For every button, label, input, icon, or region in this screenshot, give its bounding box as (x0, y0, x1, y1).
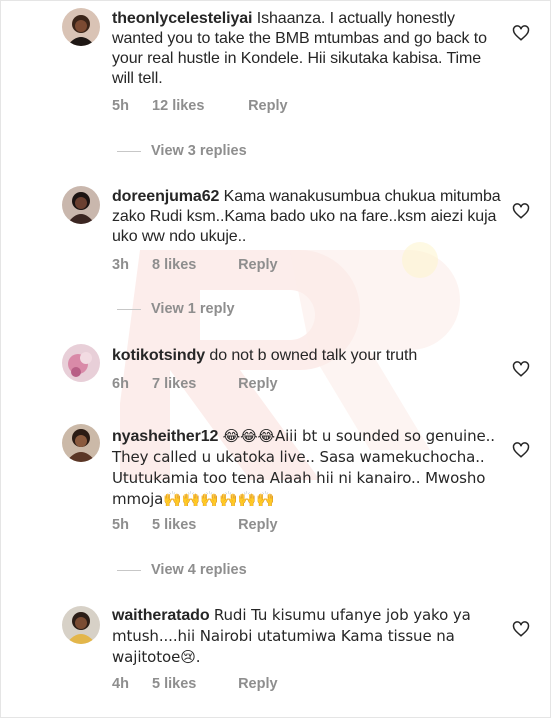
comment-text: kotikotsindy do not b owned talk your tr… (112, 346, 504, 366)
username[interactable]: kotikotsindy (112, 347, 205, 364)
avatar[interactable] (62, 186, 100, 224)
heart-outline-icon[interactable] (512, 441, 530, 459)
avatar[interactable] (62, 606, 100, 644)
reply-button[interactable]: Reply (238, 517, 278, 533)
likes-count[interactable]: 7 likes (152, 376, 234, 392)
comment-text: nyasheither12 😂😂😂Aiii bt u sounded so ge… (112, 426, 504, 510)
comment-text: doreenjuma62 Kama wanakusumbua chukua mi… (112, 187, 504, 247)
username[interactable]: theonlycelesteliyai (112, 10, 252, 27)
likes-count[interactable]: 12 likes (152, 98, 244, 114)
timestamp: 3h (112, 257, 129, 273)
heart-outline-icon[interactable] (512, 24, 530, 42)
avatar[interactable] (62, 344, 100, 382)
comment-meta: 5h 12 likes Reply (112, 98, 288, 114)
comment-text: waitheratado Rudi Tu kisumu ufanye job y… (112, 605, 504, 668)
view-replies-label: View 4 replies (151, 562, 247, 578)
heart-outline-icon[interactable] (512, 202, 530, 220)
comment-meta: 4h 5 likes Reply (112, 676, 278, 692)
username[interactable]: nyasheither12 (112, 428, 218, 445)
comment-meta: 5h 5 likes Reply (112, 517, 278, 533)
timestamp: 5h (112, 517, 129, 533)
replies-divider (117, 308, 141, 310)
view-replies-button[interactable]: View 3 replies (117, 143, 247, 159)
reply-button[interactable]: Reply (238, 257, 278, 273)
comment-text: theonlycelesteliyai Ishaanza. I actually… (112, 9, 504, 89)
view-replies-label: View 3 replies (151, 143, 247, 159)
likes-count[interactable]: 5 likes (152, 676, 234, 692)
view-replies-button[interactable]: View 1 reply (117, 301, 235, 317)
reply-button[interactable]: Reply (248, 98, 288, 114)
timestamp: 6h (112, 376, 129, 392)
replies-divider (117, 569, 141, 571)
heart-outline-icon[interactable] (512, 360, 530, 378)
comment-meta: 6h 7 likes Reply (112, 376, 278, 392)
view-replies-button[interactable]: View 4 replies (117, 562, 247, 578)
reply-button[interactable]: Reply (238, 376, 278, 392)
likes-count[interactable]: 5 likes (152, 517, 234, 533)
avatar[interactable] (62, 8, 100, 46)
username[interactable]: doreenjuma62 (112, 188, 219, 205)
reply-button[interactable]: Reply (238, 676, 278, 692)
username[interactable]: waitheratado (112, 607, 210, 624)
timestamp: 5h (112, 98, 129, 114)
comment-body: do not b owned talk your truth (209, 347, 418, 364)
timestamp: 4h (112, 676, 129, 692)
replies-divider (117, 150, 141, 152)
comment-meta: 3h 8 likes Reply (112, 257, 278, 273)
heart-outline-icon[interactable] (512, 620, 530, 638)
avatar[interactable] (62, 424, 100, 462)
view-replies-label: View 1 reply (151, 301, 235, 317)
likes-count[interactable]: 8 likes (152, 257, 234, 273)
comment-emoji: 🙌🙌🙌🙌🙌🙌 (163, 490, 275, 508)
